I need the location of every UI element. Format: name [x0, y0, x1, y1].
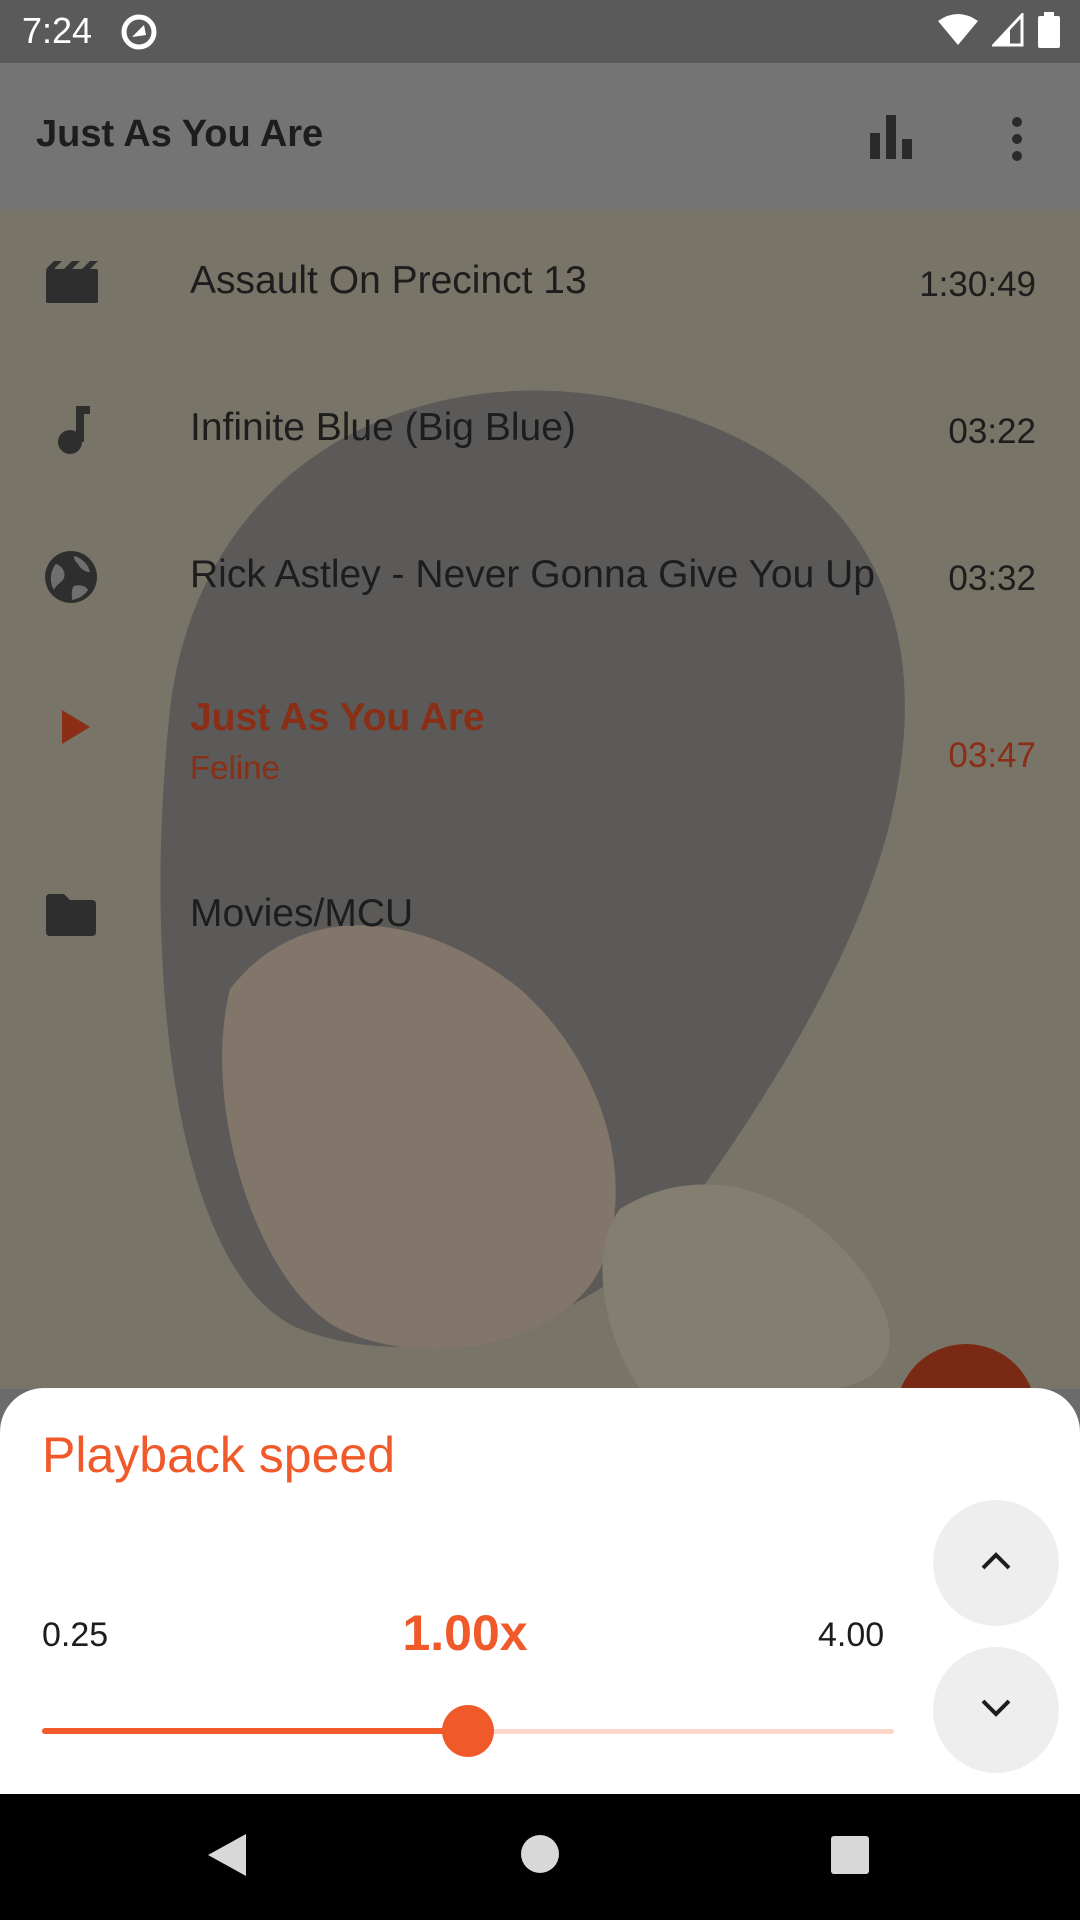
list-item-title: Rick Astley - Never Gonna Give You Up [190, 553, 875, 596]
list-item-title: Assault On Precinct 13 [190, 259, 587, 302]
more-vert-icon[interactable] [1010, 117, 1024, 166]
increase-speed-button[interactable] [933, 1500, 1059, 1626]
sheet-title: Playback speed [42, 1427, 396, 1483]
decrease-speed-button[interactable] [933, 1647, 1059, 1773]
app-notification-icon [120, 13, 158, 56]
list-item-duration: 1:30:49 [919, 265, 1036, 304]
status-time: 7:24 [22, 10, 93, 51]
movie-icon [44, 259, 100, 308]
list-item-title: Movies/MCU [190, 892, 414, 935]
system-nav-bar [0, 1794, 1080, 1920]
list-item[interactable]: Rick Astley - Never Gonna Give You Up 03… [0, 503, 1080, 650]
list-item-duration: 03:32 [948, 559, 1036, 598]
list-item-subtitle: Feline [190, 749, 280, 786]
slider-track-fill [42, 1728, 468, 1734]
list-item-current[interactable]: Just As You Are Feline 03:47 [0, 650, 1080, 840]
list-item-title: Infinite Blue (Big Blue) [190, 406, 576, 449]
list-item[interactable]: Movies/MCU [0, 840, 1080, 987]
page-title: Just As You Are [36, 113, 324, 155]
chevron-down-icon [980, 1698, 1012, 1723]
app-bar: Just As You Are [0, 63, 1080, 209]
list-item-duration: 03:22 [948, 412, 1036, 451]
equalizer-icon[interactable] [868, 115, 914, 164]
speed-value: 1.00x [402, 1605, 528, 1661]
home-icon[interactable] [520, 1834, 560, 1879]
recents-icon[interactable] [830, 1835, 870, 1880]
globe-icon [44, 550, 98, 609]
list-item[interactable]: Assault On Precinct 13 1:30:49 [0, 209, 1080, 356]
status-bar: 7:24 [0, 0, 1080, 63]
signal-icon [990, 11, 1024, 52]
list-item-title: Just As You Are [190, 696, 485, 739]
speed-slider[interactable] [42, 1705, 894, 1757]
battery-icon [1038, 12, 1060, 53]
speed-min-label: 0.25 [42, 1616, 109, 1654]
back-icon[interactable] [206, 1832, 248, 1883]
play-icon [60, 708, 92, 751]
music-note-icon [56, 404, 92, 459]
list-item-duration: 03:47 [948, 736, 1036, 775]
chevron-up-icon [980, 1551, 1012, 1576]
folder-icon [44, 892, 98, 941]
slider-thumb[interactable] [442, 1705, 494, 1757]
list-item[interactable]: Infinite Blue (Big Blue) 03:22 [0, 356, 1080, 503]
wifi-icon [938, 13, 978, 52]
speed-max-label: 4.00 [818, 1616, 885, 1654]
